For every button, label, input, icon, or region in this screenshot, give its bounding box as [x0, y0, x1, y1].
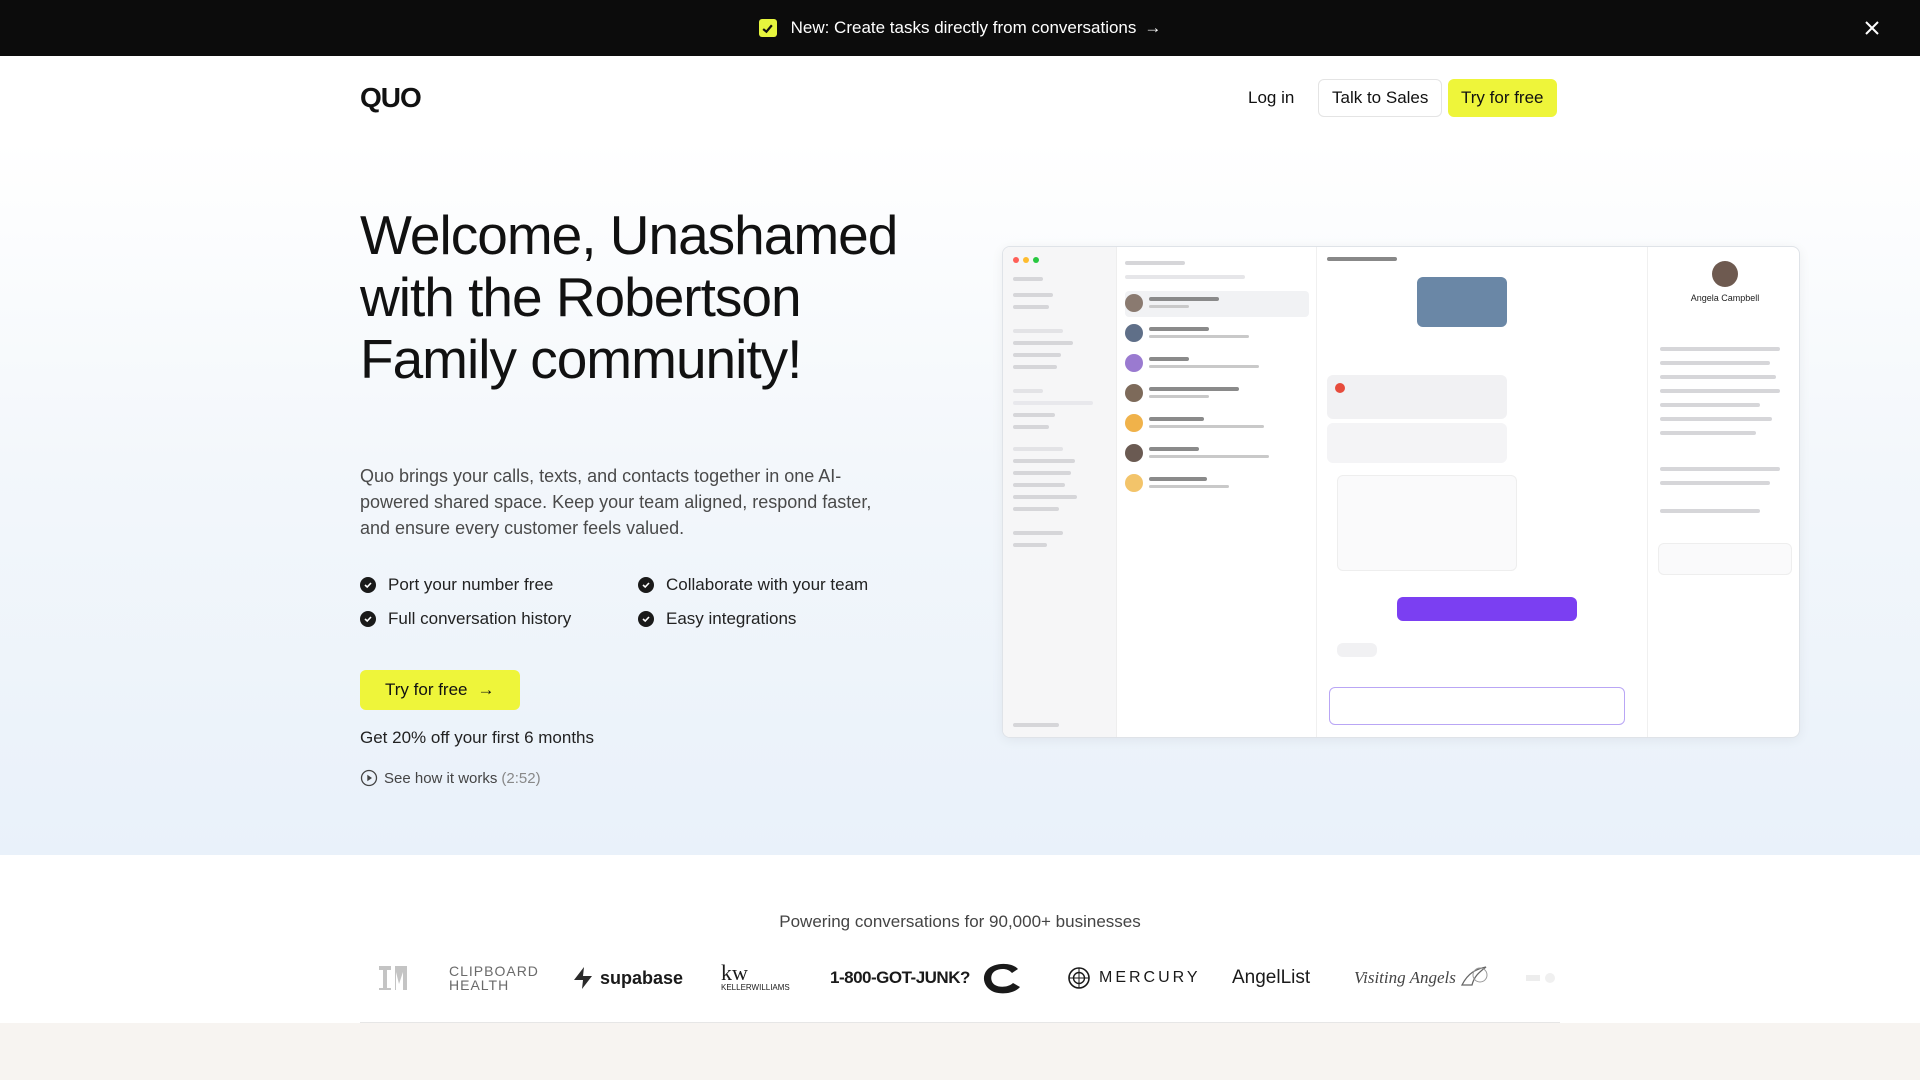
try-for-free-nav-button[interactable]: Try for free	[1448, 79, 1557, 117]
logos-tagline: Powering conversations for 90,000+ busin…	[779, 912, 1141, 931]
chicago-bears-logo	[980, 958, 1026, 998]
feature-item: Collaborate with your team	[638, 574, 916, 596]
visiting-angels-logo: Visiting Angels	[1354, 958, 1490, 998]
see-how-label: See how it works	[384, 769, 498, 787]
feature-item: Port your number free	[360, 574, 638, 596]
talk-to-sales-button[interactable]: Talk to Sales	[1318, 79, 1443, 117]
app-contact-panel: Angela Campbell	[1647, 247, 1799, 737]
app-conversation	[1317, 247, 1647, 737]
angellist-logo: AngelList	[1232, 967, 1311, 988]
window-controls	[1013, 257, 1039, 263]
keller-williams-logo: kw KELLERWILLIAMS	[721, 960, 790, 993]
texas-am-logo	[376, 958, 410, 998]
feature-list: Port your number free Collaborate with y…	[360, 574, 920, 630]
arrow-right-icon: →	[477, 680, 495, 699]
play-circle-icon	[360, 769, 378, 787]
app-sidebar	[1003, 247, 1117, 737]
check-circle-icon	[360, 611, 376, 627]
arrow-right-icon: →	[1144, 18, 1162, 37]
app-preview-screenshot: Angela Campbell	[1002, 246, 1800, 738]
checkbox-icon	[758, 19, 777, 37]
see-how-it-works-link[interactable]: See how it works (2:52)	[360, 769, 541, 787]
top-nav: QUO Log in Talk to Sales Try for free	[0, 56, 1920, 140]
hero-title: Welcome, Unashamed with the Robertson Fa…	[360, 204, 898, 390]
feature-label: Full conversation history	[388, 609, 572, 628]
quo-logo[interactable]: QUO	[360, 82, 422, 114]
hero-description: Quo brings your calls, texts, and contac…	[360, 466, 872, 538]
announcement-banner[interactable]: New: Create tasks directly from conversa…	[0, 0, 1920, 56]
next-section	[0, 1023, 1920, 1080]
login-link[interactable]: Log in	[1234, 79, 1308, 117]
app-chat-list	[1117, 247, 1317, 737]
mercury-logo: MERCURY	[1067, 958, 1201, 998]
banner-text[interactable]: New: Create tasks directly from conversa…	[791, 18, 1137, 38]
cta-label: Try for free	[385, 680, 468, 699]
faded-partner-logo	[1524, 958, 1558, 998]
try-for-free-hero-button[interactable]: Try for free →	[360, 670, 520, 710]
video-duration: (2:52)	[501, 769, 541, 787]
check-circle-icon	[638, 577, 654, 593]
feature-label: Port your number free	[388, 575, 554, 594]
feature-item: Easy integrations	[638, 608, 916, 630]
check-circle-icon	[360, 577, 376, 593]
close-icon[interactable]	[1860, 16, 1884, 40]
clipboard-health-logo: CLIPBOARD HEALTH	[449, 963, 539, 993]
check-circle-icon	[638, 611, 654, 627]
supabase-logo: supabase	[572, 958, 683, 998]
discount-text: Get 20% off your first 6 months	[360, 728, 595, 747]
feature-item: Full conversation history	[360, 608, 638, 630]
customer-logos-section: Powering conversations for 90,000+ busin…	[0, 855, 1920, 1025]
feature-label: Collaborate with your team	[666, 575, 869, 594]
contact-name: Angela Campbell	[1690, 293, 1760, 303]
1-800-got-junk-logo: 1-800-GOT-JUNK?	[830, 968, 970, 987]
feature-label: Easy integrations	[666, 609, 797, 628]
